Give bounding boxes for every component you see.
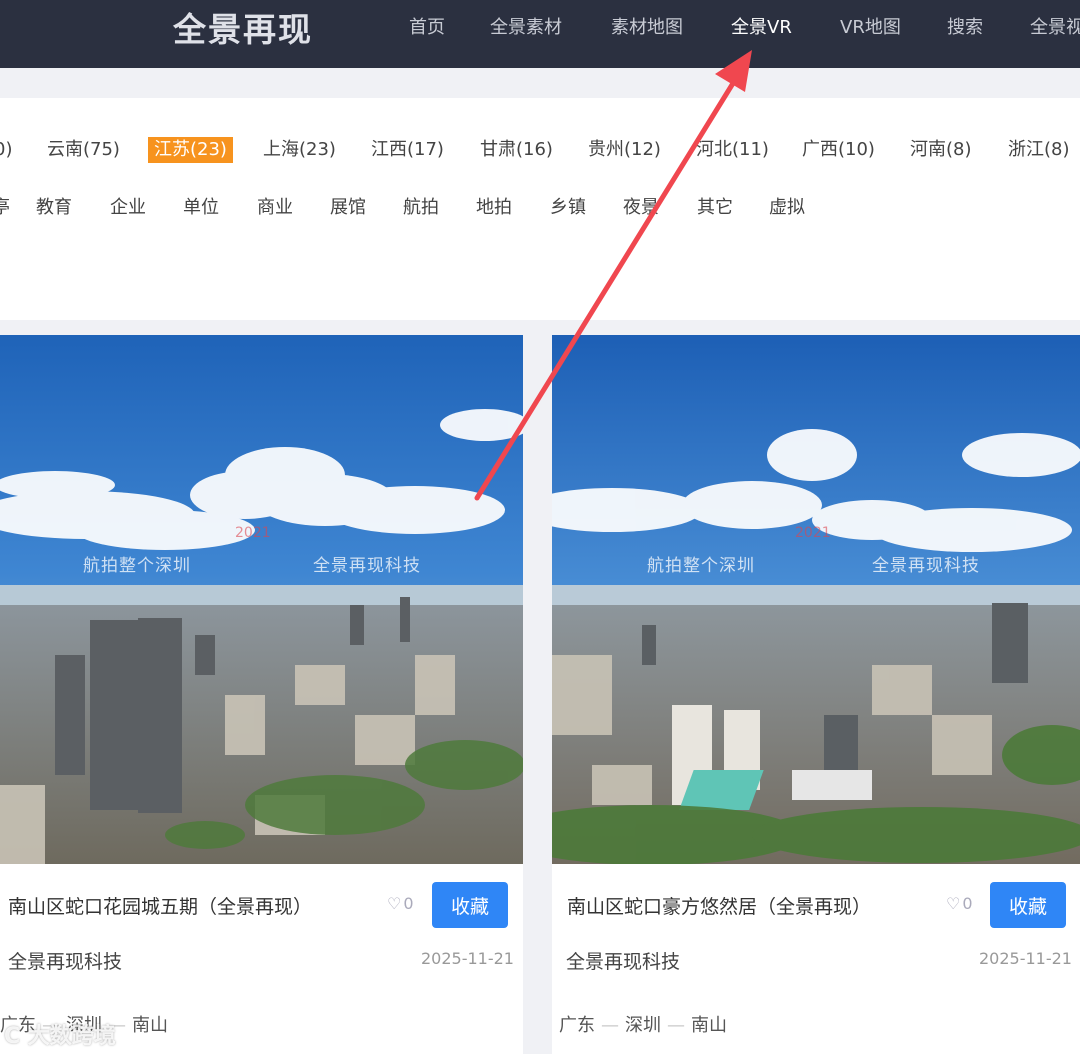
image-watermark: 全景再现科技	[872, 556, 980, 576]
region-chip-hebei[interactable]: 河北(11)	[690, 137, 775, 163]
card-title[interactable]: 南山区蛇口花园城五期（全景再现）	[8, 892, 312, 919]
image-watermark-year: 2021	[235, 525, 271, 541]
favorite-button[interactable]: 收藏	[990, 882, 1066, 928]
location-district[interactable]: 南山	[132, 1015, 168, 1036]
card-author[interactable]: 全景再现科技	[566, 947, 680, 974]
location-city[interactable]: 深圳	[625, 1015, 661, 1036]
card-location: 广东 — 深圳 — 南山	[559, 1015, 727, 1036]
card-date: 2025-11-21	[979, 949, 1072, 968]
region-chip-guizhou[interactable]: 贵州(12)	[582, 137, 667, 163]
category-chip[interactable]: 亭	[0, 195, 16, 221]
category-chip-town[interactable]: 乡镇	[544, 195, 592, 221]
category-chip-night[interactable]: 夜景	[617, 195, 665, 221]
image-watermark: 航拍整个深圳	[83, 556, 191, 576]
region-chip-shanghai[interactable]: 上海(23)	[257, 137, 342, 163]
location-province[interactable]: 广东	[559, 1015, 595, 1036]
region-chip-henan[interactable]: 河南(8)	[904, 137, 978, 163]
category-chip-unit[interactable]: 单位	[177, 195, 225, 221]
nav-home[interactable]: 首页	[409, 13, 445, 39]
nav-vr-map[interactable]: VR地图	[840, 13, 901, 39]
region-chip-gansu[interactable]: 甘肃(16)	[474, 137, 559, 163]
category-chip-ground[interactable]: 地拍	[470, 195, 518, 221]
nav-material-map[interactable]: 素材地图	[611, 13, 683, 39]
cityscape-image	[552, 335, 1080, 864]
region-chip-yunnan[interactable]: 云南(75)	[41, 137, 126, 163]
card-title[interactable]: 南山区蛇口豪方悠然居（全景再现）	[567, 892, 871, 919]
corner-watermark: C 大数跨境	[4, 1024, 116, 1049]
region-chip[interactable]: 0)	[0, 137, 18, 163]
category-chip-exhibition[interactable]: 展馆	[324, 195, 372, 221]
category-chip-virtual[interactable]: 虚拟	[763, 195, 811, 221]
location-district[interactable]: 南山	[691, 1015, 727, 1036]
region-chip-zhejiang[interactable]: 浙江(8)	[1002, 137, 1076, 163]
category-chip-other[interactable]: 其它	[691, 195, 739, 221]
cityscape-image	[0, 335, 523, 864]
panorama-thumbnail[interactable]: 航拍整个深圳 2021 全景再现科技	[552, 335, 1080, 864]
top-nav-bar: 全景再现 首页 全景素材 素材地图 全景VR VR地图 搜索 全景视	[0, 0, 1080, 68]
region-chip-jiangxi[interactable]: 江西(17)	[365, 137, 450, 163]
category-chip-aerial[interactable]: 航拍	[397, 195, 445, 221]
like-count: 0	[962, 894, 973, 913]
category-chip-enterprise[interactable]: 企业	[104, 195, 152, 221]
nav-panorama-video[interactable]: 全景视	[1030, 13, 1080, 39]
like-count: 0	[403, 894, 414, 913]
image-watermark: 全景再现科技	[313, 556, 421, 576]
panorama-thumbnail[interactable]: 航拍整个深圳 2021 全景再现科技	[0, 335, 523, 864]
nav-panorama-vr[interactable]: 全景VR	[731, 13, 792, 39]
favorite-button[interactable]: 收藏	[432, 882, 508, 928]
category-chip-education[interactable]: 教育	[30, 195, 78, 221]
site-logo[interactable]: 全景再现	[173, 3, 313, 51]
nav-search[interactable]: 搜索	[947, 13, 983, 39]
heart-outline-icon: ♡	[946, 894, 961, 913]
panorama-card[interactable]: 航拍整个深圳 2021 全景再现科技 南山区蛇口豪方悠然居（全景再现） ♡ 0 …	[552, 335, 1080, 1054]
filter-panel: 0) 云南(75) 江苏(23) 上海(23) 江西(17) 甘肃(16) 贵州…	[0, 98, 1080, 320]
region-chip-jiangsu-selected[interactable]: 江苏(23)	[148, 137, 233, 163]
like-counter[interactable]: ♡ 0	[387, 894, 414, 913]
card-author[interactable]: 全景再现科技	[8, 947, 122, 974]
image-watermark-year: 2021	[795, 525, 831, 541]
card-date: 2025-11-21	[421, 949, 514, 968]
image-watermark: 航拍整个深圳	[647, 556, 755, 576]
panorama-card[interactable]: 航拍整个深圳 2021 全景再现科技 南山区蛇口花园城五期（全景再现） ♡ 0 …	[0, 335, 523, 1054]
region-chip-guangxi[interactable]: 广西(10)	[796, 137, 881, 163]
like-counter[interactable]: ♡ 0	[946, 894, 973, 913]
heart-outline-icon: ♡	[387, 894, 402, 913]
category-chip-commerce[interactable]: 商业	[251, 195, 299, 221]
nav-panorama-material[interactable]: 全景素材	[490, 13, 562, 39]
